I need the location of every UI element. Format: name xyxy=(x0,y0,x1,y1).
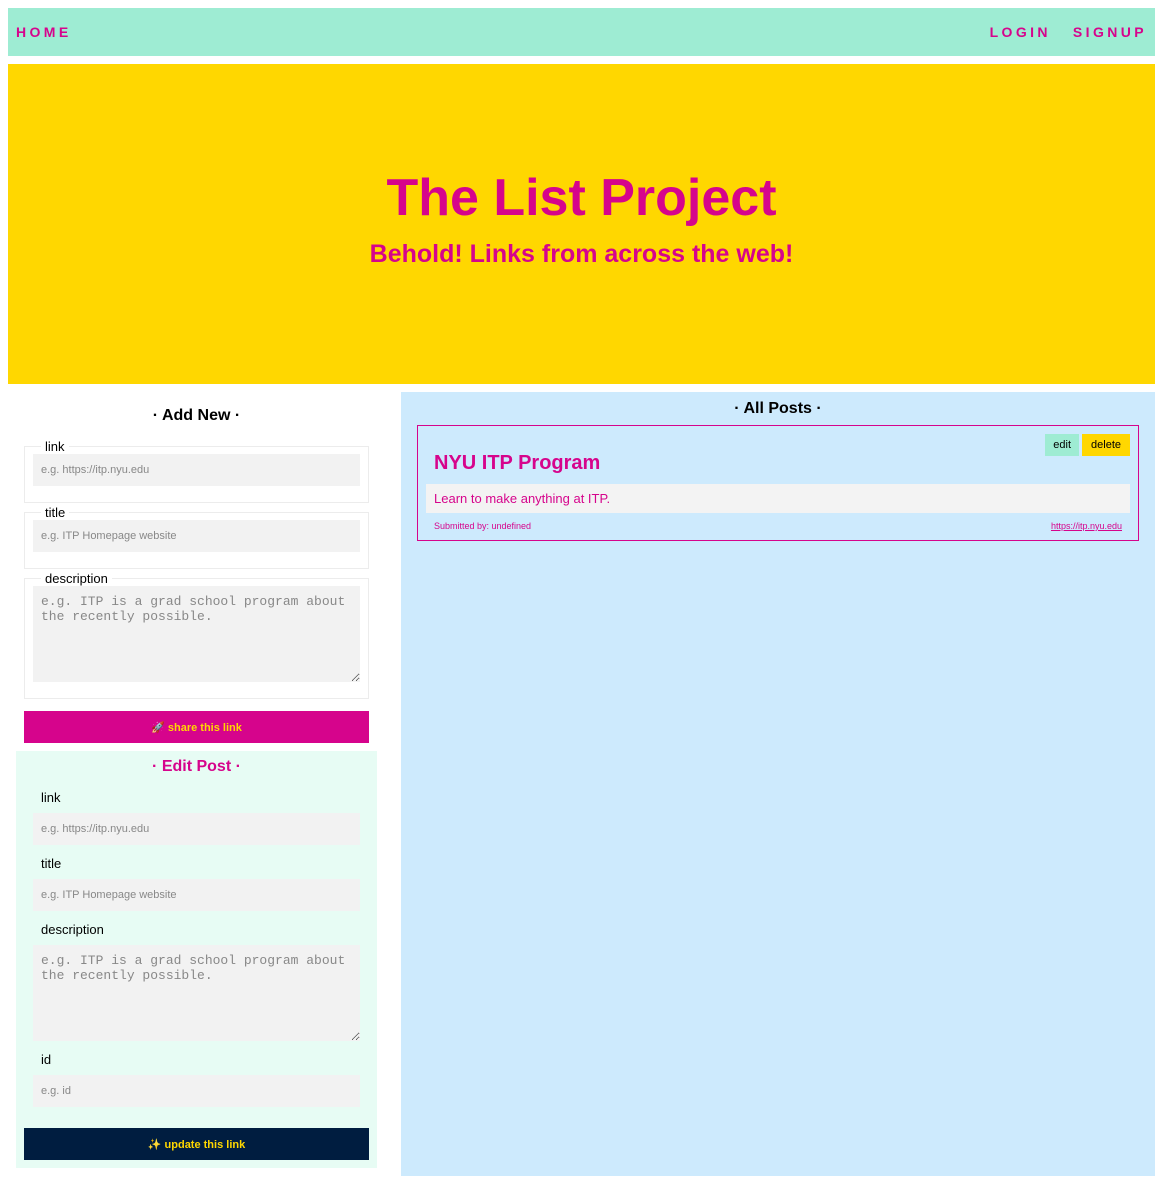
page-subtitle: Behold! Links from across the web! xyxy=(369,240,794,268)
post-url-link[interactable]: https://itp.nyu.edu xyxy=(1051,521,1122,531)
top-navbar: HOME LOGIN SIGNUP xyxy=(8,8,1155,56)
post-description: Learn to make anything at ITP. xyxy=(426,484,1130,513)
edit-link-input[interactable] xyxy=(33,813,360,845)
post-actions: edit delete xyxy=(1045,434,1130,456)
nav-login-link[interactable]: LOGIN xyxy=(990,24,1051,40)
edit-title-input[interactable] xyxy=(33,879,360,911)
share-link-button[interactable]: 🚀 share this link xyxy=(24,711,369,743)
edit-link-label: link xyxy=(41,790,61,805)
edit-post-heading: · Edit Post · xyxy=(152,758,241,775)
edit-post-form: · Edit Post · link title description id … xyxy=(16,751,377,1168)
description-fieldset: description xyxy=(24,571,369,699)
edit-id-input[interactable] xyxy=(33,1075,360,1107)
description-label: description xyxy=(45,571,108,586)
description-textarea[interactable] xyxy=(33,586,360,682)
page-title: The List Project xyxy=(386,169,777,227)
all-posts-panel: · All Posts · edit delete NYU ITP Progra… xyxy=(401,392,1155,1176)
delete-post-button[interactable]: delete xyxy=(1082,434,1130,456)
title-label: title xyxy=(45,505,66,520)
post-title: NYU ITP Program xyxy=(434,452,601,474)
nav-signup-link[interactable]: SIGNUP xyxy=(1073,24,1147,40)
title-fieldset: title xyxy=(24,505,369,569)
link-input[interactable] xyxy=(33,454,360,486)
post-submitted-by: Submitted by: undefined xyxy=(434,521,532,531)
link-fieldset: link xyxy=(24,439,369,503)
edit-description-textarea[interactable] xyxy=(33,945,360,1041)
post-card: edit delete NYU ITP Program Learn to mak… xyxy=(417,425,1139,541)
nav-home-link[interactable]: HOME xyxy=(16,24,72,40)
link-label: link xyxy=(45,439,65,454)
edit-post-button[interactable]: edit xyxy=(1045,434,1080,456)
hero-banner: The List Project Behold! Links from acro… xyxy=(8,64,1155,384)
title-input[interactable] xyxy=(33,520,360,552)
all-posts-heading: · All Posts · xyxy=(734,400,822,417)
update-link-button[interactable]: ✨ update this link xyxy=(24,1128,369,1160)
edit-title-label: title xyxy=(41,856,62,871)
edit-description-label: description xyxy=(41,922,104,937)
add-new-heading: · Add New · xyxy=(152,407,241,424)
nav-auth-links: LOGIN SIGNUP xyxy=(990,24,1147,40)
edit-id-label: id xyxy=(41,1052,52,1067)
